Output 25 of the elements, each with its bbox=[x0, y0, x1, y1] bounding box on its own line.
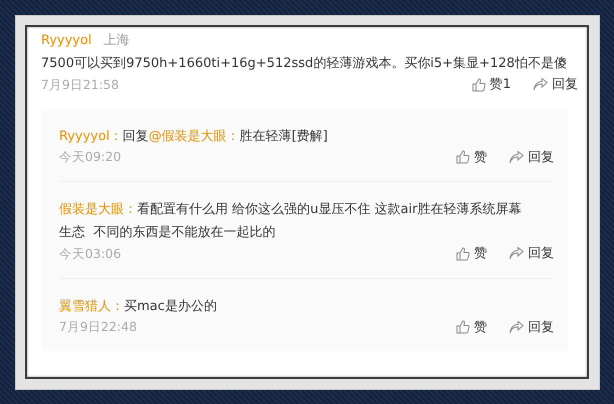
comment-time: 7月9日21:58 bbox=[41, 76, 119, 94]
share-arrow-icon bbox=[509, 247, 524, 260]
thumbs-up-icon bbox=[456, 150, 470, 164]
share-arrow-icon bbox=[533, 78, 548, 92]
share-arrow-icon bbox=[509, 150, 524, 164]
share-arrow-icon bbox=[509, 320, 524, 334]
comment-time: 今天09:20 bbox=[59, 148, 122, 166]
reply-button[interactable]: 回复 bbox=[533, 75, 578, 94]
like-button[interactable]: 赞 bbox=[456, 318, 487, 337]
like-button[interactable]: 赞 bbox=[456, 148, 487, 167]
thumbs-up-icon bbox=[472, 78, 486, 92]
reply-button[interactable]: 回复 bbox=[509, 244, 554, 264]
like-button[interactable]: 赞 bbox=[456, 244, 487, 264]
reply-text: 翼雪猎人：买mac是办公的 bbox=[59, 298, 218, 316]
reply-text: Ryyyyol：回复@假装是大眼：胜在轻薄[费解] bbox=[59, 128, 329, 146]
reply-button[interactable]: 回复 bbox=[509, 318, 554, 337]
reply-button[interactable]: 回复 bbox=[509, 148, 554, 167]
thumbs-up-icon bbox=[456, 320, 470, 334]
comment-time: 7月9日22:48 bbox=[59, 318, 137, 336]
like-button[interactable]: 赞1 bbox=[472, 75, 511, 94]
location-label: 上海 bbox=[104, 33, 130, 48]
comment-text: 7500可以买到9750h+1660ti+16g+512ssd的轻薄游戏本。买你i5+集显+128怕不是傻 bbox=[41, 55, 568, 73]
comment-time: 今天03:06 bbox=[59, 244, 122, 263]
reply-text: 假装是大眼：看配置有什么用 给你这么强的u显压不住 这款air胜在轻薄系统屏幕生态 不同的东西是不能放在一起比的 bbox=[59, 201, 522, 242]
thumbs-up-icon bbox=[456, 246, 470, 261]
